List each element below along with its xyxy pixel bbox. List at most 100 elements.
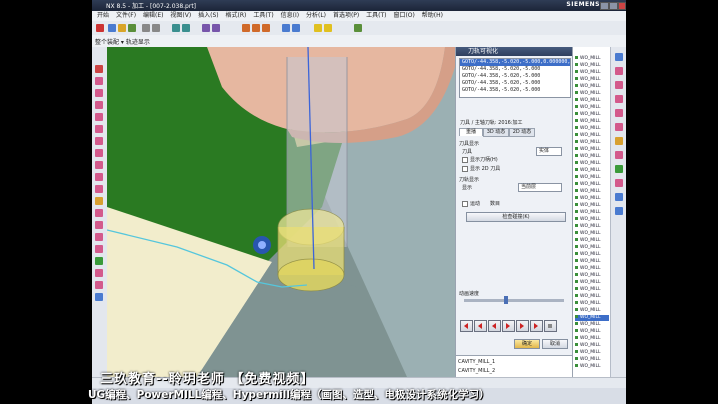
list-item[interactable]: WO_MILL bbox=[575, 203, 609, 209]
reuse-library-icon[interactable] bbox=[615, 95, 623, 103]
menu-item[interactable]: 格式(R) bbox=[226, 11, 247, 21]
layer-icon[interactable] bbox=[354, 24, 362, 32]
hd3d-icon[interactable] bbox=[615, 109, 623, 117]
shaded-icon[interactable] bbox=[282, 24, 290, 32]
op-navigator-icon[interactable] bbox=[95, 65, 103, 73]
roles-panel-icon[interactable] bbox=[615, 179, 623, 187]
start-icon[interactable] bbox=[96, 24, 104, 32]
rotate-icon[interactable] bbox=[262, 24, 270, 32]
list-item[interactable]: WO_MILL bbox=[575, 189, 609, 195]
redo-icon[interactable] bbox=[152, 24, 160, 32]
toolpath-icon[interactable] bbox=[314, 24, 322, 32]
history-palette-icon[interactable] bbox=[615, 137, 623, 145]
list-item[interactable]: WO_MILL bbox=[575, 84, 609, 90]
list-item[interactable]: WO_MILL bbox=[575, 238, 609, 244]
list-item[interactable]: WO_MILL bbox=[575, 182, 609, 188]
list-icon[interactable] bbox=[95, 161, 103, 169]
history-icon[interactable] bbox=[95, 269, 103, 277]
ok-button[interactable]: 确定 bbox=[514, 339, 540, 349]
save-icon[interactable] bbox=[128, 24, 136, 32]
menu-item[interactable]: 分析(L) bbox=[306, 11, 326, 21]
system-materials-icon[interactable] bbox=[615, 207, 623, 215]
roles-icon[interactable] bbox=[95, 257, 103, 265]
go-end-icon[interactable] bbox=[530, 320, 543, 332]
menu-item[interactable]: 文件(F) bbox=[116, 11, 136, 21]
section-icon[interactable] bbox=[95, 221, 103, 229]
list-item[interactable]: WO_MILL bbox=[575, 308, 609, 314]
step-forward-icon[interactable] bbox=[516, 320, 529, 332]
list-item[interactable]: WO_MILL bbox=[575, 364, 609, 370]
part-nav-icon[interactable] bbox=[615, 81, 623, 89]
program-order-icon[interactable] bbox=[95, 77, 103, 85]
close-icon[interactable] bbox=[618, 2, 626, 10]
system-scenes-icon[interactable] bbox=[615, 193, 623, 201]
method-icon[interactable] bbox=[95, 113, 103, 121]
list-item[interactable]: GOTO/-44.358,-5.020,-5.000,0.000000,0.00… bbox=[460, 59, 570, 66]
menu-item[interactable]: 视图(V) bbox=[170, 11, 191, 21]
menu-item[interactable]: 帮助(H) bbox=[422, 11, 443, 21]
list-item[interactable]: WO_MILL bbox=[575, 147, 609, 153]
list-item[interactable]: WO_MILL bbox=[575, 210, 609, 216]
list-item[interactable]: WO_MILL bbox=[575, 280, 609, 286]
list-item[interactable]: WO_MILL bbox=[575, 196, 609, 202]
list-item[interactable]: WO_MILL bbox=[575, 336, 609, 342]
motion-checkbox[interactable] bbox=[462, 201, 468, 207]
list-item[interactable]: WO_MILL bbox=[575, 126, 609, 132]
show-2d-checkbox[interactable] bbox=[462, 166, 468, 172]
speed-slider-handle[interactable] bbox=[504, 296, 508, 304]
web-browser-icon[interactable] bbox=[615, 123, 623, 131]
graphics-window[interactable] bbox=[107, 47, 455, 377]
undo-icon[interactable] bbox=[142, 24, 150, 32]
cl-listing[interactable]: GOTO/-44.358,-5.020,-5.000,0.000000,0.00… bbox=[459, 58, 571, 98]
new-icon[interactable] bbox=[108, 24, 116, 32]
list-item[interactable]: WO_MILL bbox=[575, 77, 609, 83]
operation-row[interactable]: CAVITY_MILL_1 bbox=[458, 359, 495, 365]
list-item[interactable]: WO_MILL bbox=[575, 252, 609, 258]
play-reverse-icon[interactable] bbox=[488, 320, 501, 332]
tool-icon[interactable] bbox=[95, 125, 103, 133]
check-collision-button[interactable]: 检查碰撞(K) bbox=[466, 212, 566, 222]
list-item[interactable]: WO_MILL bbox=[575, 133, 609, 139]
speed-slider-track[interactable] bbox=[464, 299, 564, 302]
list-item[interactable]: WO_MILL bbox=[575, 329, 609, 335]
menu-item[interactable]: 插入(S) bbox=[198, 11, 219, 21]
fit-icon[interactable] bbox=[242, 24, 250, 32]
list-item[interactable]: GOTO/-44.358,-5.020,-5.000 bbox=[460, 87, 570, 94]
list-item[interactable]: WO_MILL bbox=[575, 259, 609, 265]
step-back-icon[interactable] bbox=[474, 320, 487, 332]
list-item[interactable]: WO_MILL bbox=[575, 154, 609, 160]
simulate-icon[interactable] bbox=[324, 24, 332, 32]
list-item[interactable]: WO_MILL bbox=[575, 140, 609, 146]
list-item[interactable]: WO_MILL bbox=[575, 301, 609, 307]
menu-item[interactable]: 窗口(O) bbox=[393, 11, 414, 21]
measure-icon[interactable] bbox=[95, 197, 103, 205]
list-item[interactable]: WO_MILL bbox=[575, 56, 609, 62]
list-item[interactable]: WO_MILL bbox=[575, 231, 609, 237]
list-item-selected[interactable]: WO_MILL bbox=[575, 315, 609, 321]
list-item[interactable]: WO_MILL bbox=[575, 266, 609, 272]
maximize-icon[interactable] bbox=[609, 2, 618, 10]
list-item[interactable]: WO_MILL bbox=[575, 245, 609, 251]
copy-icon[interactable] bbox=[182, 24, 190, 32]
manufacturing-wizard-icon[interactable] bbox=[615, 165, 623, 173]
machine-tool-icon[interactable] bbox=[95, 89, 103, 97]
list-item[interactable]: GOTO/-44.358,-5.020,-5.000 bbox=[460, 66, 570, 73]
minimize-icon[interactable] bbox=[600, 2, 609, 10]
tab-2d-dynamic[interactable]: 2D 动态 bbox=[509, 128, 535, 137]
list-item[interactable]: WO_MILL bbox=[575, 175, 609, 181]
display-icon[interactable] bbox=[95, 149, 103, 157]
list-item[interactable]: WO_MILL bbox=[575, 91, 609, 97]
list-item[interactable]: WO_MILL bbox=[575, 161, 609, 167]
zoom-icon[interactable] bbox=[252, 24, 260, 32]
display-mode-select[interactable]: 当前层 bbox=[518, 183, 562, 192]
list-item[interactable]: WO_MILL bbox=[575, 287, 609, 293]
list-item[interactable]: WO_MILL bbox=[575, 273, 609, 279]
menu-item[interactable]: 信息(I) bbox=[281, 11, 299, 21]
constraint-nav-icon[interactable] bbox=[615, 67, 623, 75]
list-item[interactable]: WO_MILL bbox=[575, 98, 609, 104]
web-icon[interactable] bbox=[95, 293, 103, 301]
menu-item[interactable]: 工具(T) bbox=[253, 11, 273, 21]
palette-icon[interactable] bbox=[95, 281, 103, 289]
check-icon[interactable] bbox=[95, 185, 103, 193]
menu-item[interactable]: 工具(T) bbox=[366, 11, 386, 21]
